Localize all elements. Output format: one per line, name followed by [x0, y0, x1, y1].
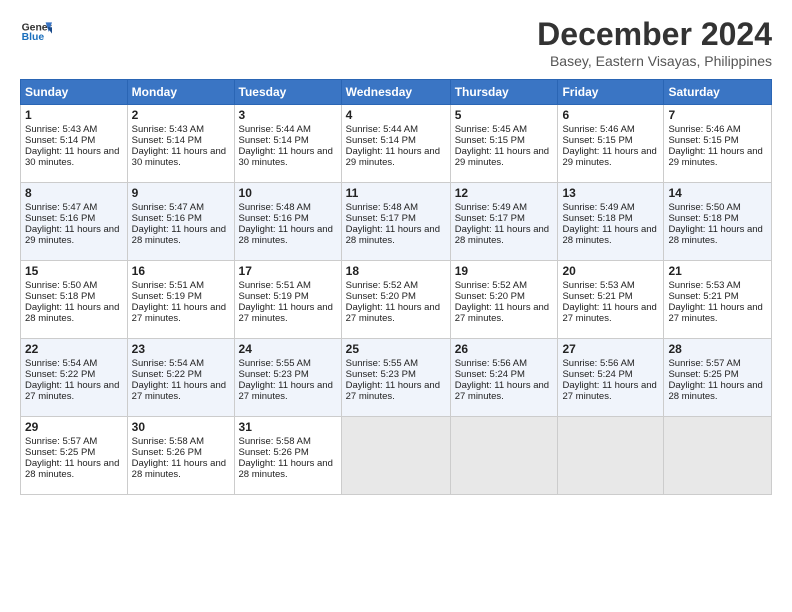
calendar-cell: 14Sunrise: 5:50 AMSunset: 5:18 PMDayligh…	[664, 183, 772, 261]
calendar-cell: 8Sunrise: 5:47 AMSunset: 5:16 PMDaylight…	[21, 183, 128, 261]
col-thursday: Thursday	[450, 80, 558, 105]
col-tuesday: Tuesday	[234, 80, 341, 105]
calendar-cell: 4Sunrise: 5:44 AMSunset: 5:14 PMDaylight…	[341, 105, 450, 183]
calendar-cell: 31Sunrise: 5:58 AMSunset: 5:26 PMDayligh…	[234, 417, 341, 495]
calendar-cell: 17Sunrise: 5:51 AMSunset: 5:19 PMDayligh…	[234, 261, 341, 339]
calendar-cell: 2Sunrise: 5:43 AMSunset: 5:14 PMDaylight…	[127, 105, 234, 183]
calendar-cell: 5Sunrise: 5:45 AMSunset: 5:15 PMDaylight…	[450, 105, 558, 183]
calendar-cell: 26Sunrise: 5:56 AMSunset: 5:24 PMDayligh…	[450, 339, 558, 417]
calendar-cell: 21Sunrise: 5:53 AMSunset: 5:21 PMDayligh…	[664, 261, 772, 339]
title-block: December 2024 Basey, Eastern Visayas, Ph…	[537, 16, 772, 69]
calendar-cell: 13Sunrise: 5:49 AMSunset: 5:18 PMDayligh…	[558, 183, 664, 261]
table-row: 29Sunrise: 5:57 AMSunset: 5:25 PMDayligh…	[21, 417, 772, 495]
page-header: General Blue December 2024 Basey, Easter…	[20, 16, 772, 69]
calendar-cell: 16Sunrise: 5:51 AMSunset: 5:19 PMDayligh…	[127, 261, 234, 339]
table-row: 1Sunrise: 5:43 AMSunset: 5:14 PMDaylight…	[21, 105, 772, 183]
calendar-cell: 15Sunrise: 5:50 AMSunset: 5:18 PMDayligh…	[21, 261, 128, 339]
calendar-cell: 29Sunrise: 5:57 AMSunset: 5:25 PMDayligh…	[21, 417, 128, 495]
calendar-cell: 11Sunrise: 5:48 AMSunset: 5:17 PMDayligh…	[341, 183, 450, 261]
main-title: December 2024	[537, 16, 772, 53]
logo: General Blue	[20, 16, 52, 48]
col-saturday: Saturday	[664, 80, 772, 105]
calendar-cell: 7Sunrise: 5:46 AMSunset: 5:15 PMDaylight…	[664, 105, 772, 183]
header-row: Sunday Monday Tuesday Wednesday Thursday…	[21, 80, 772, 105]
col-friday: Friday	[558, 80, 664, 105]
calendar-cell: 9Sunrise: 5:47 AMSunset: 5:16 PMDaylight…	[127, 183, 234, 261]
calendar-cell: 25Sunrise: 5:55 AMSunset: 5:23 PMDayligh…	[341, 339, 450, 417]
calendar-cell: 12Sunrise: 5:49 AMSunset: 5:17 PMDayligh…	[450, 183, 558, 261]
table-row: 8Sunrise: 5:47 AMSunset: 5:16 PMDaylight…	[21, 183, 772, 261]
table-row: 15Sunrise: 5:50 AMSunset: 5:18 PMDayligh…	[21, 261, 772, 339]
calendar-cell: 28Sunrise: 5:57 AMSunset: 5:25 PMDayligh…	[664, 339, 772, 417]
calendar-cell: 19Sunrise: 5:52 AMSunset: 5:20 PMDayligh…	[450, 261, 558, 339]
calendar-cell: 23Sunrise: 5:54 AMSunset: 5:22 PMDayligh…	[127, 339, 234, 417]
calendar-cell: 18Sunrise: 5:52 AMSunset: 5:20 PMDayligh…	[341, 261, 450, 339]
calendar-cell: 6Sunrise: 5:46 AMSunset: 5:15 PMDaylight…	[558, 105, 664, 183]
calendar-cell: 27Sunrise: 5:56 AMSunset: 5:24 PMDayligh…	[558, 339, 664, 417]
calendar-cell: 20Sunrise: 5:53 AMSunset: 5:21 PMDayligh…	[558, 261, 664, 339]
calendar-cell	[558, 417, 664, 495]
calendar-cell: 30Sunrise: 5:58 AMSunset: 5:26 PMDayligh…	[127, 417, 234, 495]
calendar-cell	[450, 417, 558, 495]
calendar-cell: 1Sunrise: 5:43 AMSunset: 5:14 PMDaylight…	[21, 105, 128, 183]
calendar-cell	[664, 417, 772, 495]
logo-icon: General Blue	[20, 16, 52, 48]
calendar-cell: 22Sunrise: 5:54 AMSunset: 5:22 PMDayligh…	[21, 339, 128, 417]
calendar-cell: 3Sunrise: 5:44 AMSunset: 5:14 PMDaylight…	[234, 105, 341, 183]
calendar-table: Sunday Monday Tuesday Wednesday Thursday…	[20, 79, 772, 495]
subtitle: Basey, Eastern Visayas, Philippines	[537, 53, 772, 69]
col-sunday: Sunday	[21, 80, 128, 105]
calendar-cell: 24Sunrise: 5:55 AMSunset: 5:23 PMDayligh…	[234, 339, 341, 417]
svg-text:Blue: Blue	[22, 32, 45, 43]
calendar-cell	[341, 417, 450, 495]
col-monday: Monday	[127, 80, 234, 105]
table-row: 22Sunrise: 5:54 AMSunset: 5:22 PMDayligh…	[21, 339, 772, 417]
calendar-cell: 10Sunrise: 5:48 AMSunset: 5:16 PMDayligh…	[234, 183, 341, 261]
col-wednesday: Wednesday	[341, 80, 450, 105]
